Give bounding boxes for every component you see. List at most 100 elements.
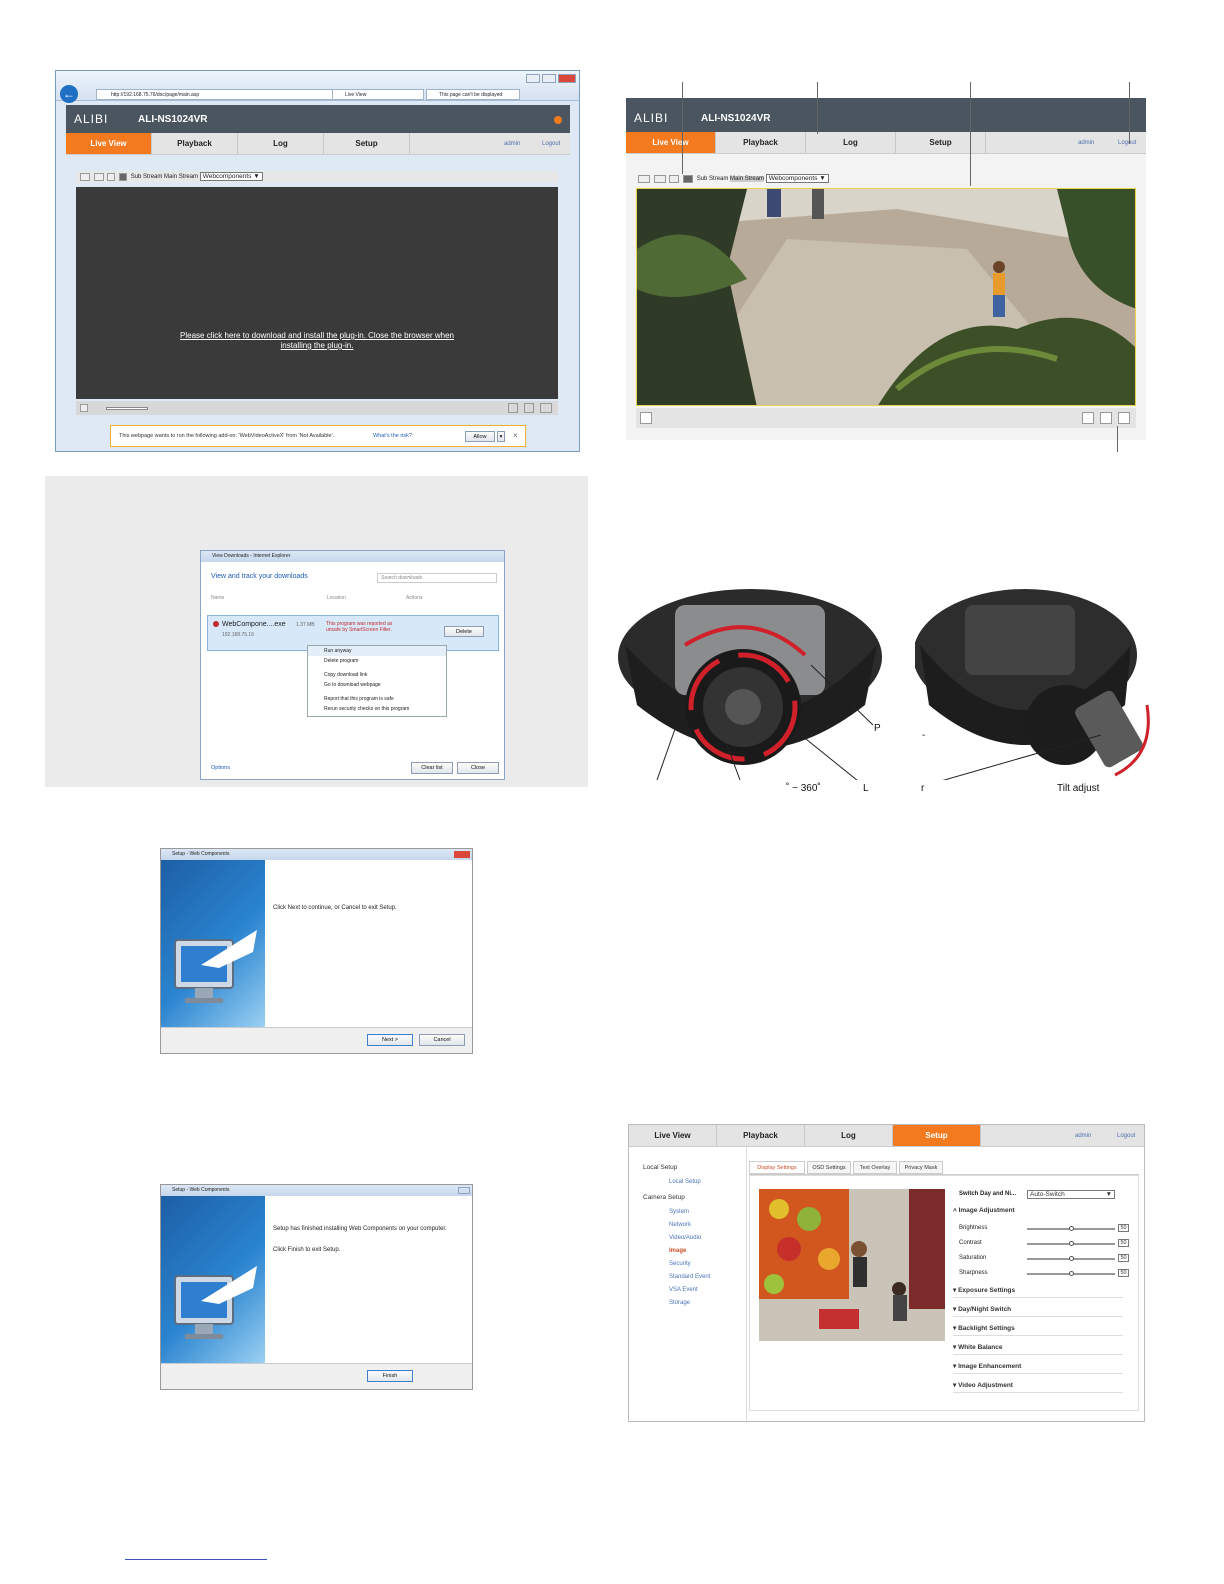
switch-day-night-select[interactable]: Auto-Switch ▼: [1027, 1190, 1115, 1199]
prev-icon[interactable]: [93, 172, 104, 181]
side-local-setup[interactable]: Local Setup: [669, 1179, 701, 1185]
alert-icon[interactable]: [554, 116, 562, 124]
nav-log-2[interactable]: Log: [806, 132, 896, 153]
slider-value-contrast[interactable]: 50: [1118, 1239, 1129, 1247]
close-icon[interactable]: [454, 851, 470, 858]
finish-button[interactable]: Finish: [367, 1370, 413, 1382]
volume-slider[interactable]: [106, 407, 148, 410]
record-icon[interactable]: [524, 403, 534, 413]
plugin-select[interactable]: Webcomponents ▼: [199, 172, 263, 181]
layout-icon-2[interactable]: [638, 174, 650, 183]
microphone-icon[interactable]: [508, 403, 518, 413]
slider-knob-sharpness[interactable]: [1069, 1271, 1074, 1276]
caption-range: ˚ ~ 360˚: [786, 783, 821, 794]
nav-playback[interactable]: Playback: [152, 133, 238, 154]
main-stream-button[interactable]: Main Stream: [164, 174, 198, 180]
menu-delete-program[interactable]: Delete program: [308, 656, 446, 666]
stop-all-icon-2[interactable]: [683, 174, 694, 183]
stop-all-icon[interactable]: [119, 172, 128, 181]
risk-link[interactable]: What's the risk?: [373, 433, 412, 439]
plugin-select-2[interactable]: Webcomponents ▼: [765, 174, 829, 183]
section-backlight-settings[interactable]: ▾ Backlight Settings: [953, 1324, 1015, 1332]
local-setup-header[interactable]: Local Setup: [643, 1164, 677, 1171]
section-video-adjustment[interactable]: ▾ Video Adjustment: [953, 1381, 1013, 1389]
side-vsa-event[interactable]: VSA Event: [669, 1287, 698, 1293]
slider-knob-saturation[interactable]: [1069, 1256, 1074, 1261]
menu-go-to-webpage[interactable]: Go to download webpage: [308, 680, 446, 690]
user-name-2: admin: [1078, 140, 1095, 146]
nav-setup-2[interactable]: Setup: [896, 132, 986, 153]
search-downloads-input[interactable]: Search downloads: [377, 573, 497, 583]
nav-log[interactable]: Log: [238, 133, 324, 154]
layout-icon[interactable]: [80, 172, 90, 181]
section-image-enhancement[interactable]: ▾ Image Enhancement: [953, 1362, 1021, 1370]
menu-rerun-checks[interactable]: Rerun security checks on this program: [308, 704, 446, 714]
minimize-button[interactable]: [526, 74, 540, 83]
image-adjustment-header[interactable]: ˄ Image Adjustment: [953, 1207, 1015, 1214]
menu-copy-link[interactable]: Copy download link: [308, 670, 446, 680]
menu-report-safe[interactable]: Report that this program is safe: [308, 694, 446, 704]
side-video-audio[interactable]: Video/Audio: [669, 1235, 701, 1241]
nav-setup[interactable]: Setup: [324, 133, 410, 154]
camera-icon[interactable]: [1082, 412, 1094, 424]
slider-value-brightness[interactable]: 50: [1118, 1224, 1129, 1232]
sub-stream-button[interactable]: Sub Stream: [131, 174, 163, 180]
side-security[interactable]: Security: [669, 1261, 691, 1267]
slider-value-sharpness[interactable]: 50: [1118, 1269, 1129, 1277]
back-icon[interactable]: ←: [60, 85, 78, 103]
nav-playback-2[interactable]: Playback: [716, 132, 806, 153]
side-storage[interactable]: Storage: [669, 1300, 690, 1306]
side-standard-event[interactable]: Standard Event: [669, 1274, 710, 1280]
allow-button[interactable]: Allow: [465, 431, 495, 442]
delete-button[interactable]: Delete: [444, 626, 484, 637]
tab-error[interactable]: This page can't be displayed: [426, 89, 520, 100]
close-window-button[interactable]: [558, 74, 576, 83]
setup-logout-link[interactable]: Logout: [1117, 1133, 1135, 1139]
allow-dropdown-button[interactable]: ▾: [497, 431, 505, 442]
side-system[interactable]: System: [669, 1209, 689, 1215]
play-icon[interactable]: [80, 404, 88, 412]
sub-stream-button-2[interactable]: Sub Stream: [697, 176, 729, 182]
tab-display-settings[interactable]: Display Settings: [749, 1161, 805, 1174]
side-network[interactable]: Network: [669, 1222, 691, 1228]
slider-knob-contrast[interactable]: [1069, 1241, 1074, 1246]
fullscreen-icon[interactable]: [540, 403, 552, 413]
clear-list-button[interactable]: Clear list: [411, 762, 453, 774]
stop-icon[interactable]: [640, 412, 652, 424]
section-day-night-switch[interactable]: ▾ Day/Night Switch: [953, 1305, 1011, 1313]
next-icon[interactable]: [107, 172, 116, 181]
video-record-icon[interactable]: [1100, 412, 1112, 424]
close-button[interactable]: Close: [457, 762, 499, 774]
cancel-button[interactable]: Cancel: [419, 1034, 465, 1046]
live-video-feed[interactable]: [636, 188, 1136, 406]
slider-knob-brightness[interactable]: [1069, 1226, 1074, 1231]
setup-nav-log[interactable]: Log: [805, 1125, 893, 1146]
nav-live-view[interactable]: Live View: [66, 133, 152, 154]
prev-icon-2[interactable]: [653, 174, 666, 183]
logout-link[interactable]: Logout: [542, 141, 560, 147]
zoom-icon[interactable]: [1118, 412, 1130, 424]
setup-nav-playback[interactable]: Playback: [717, 1125, 805, 1146]
close-icon[interactable]: ×: [513, 431, 518, 440]
menu-run-anyway[interactable]: Run anyway: [308, 646, 446, 656]
camera-setup-header[interactable]: Camera Setup: [643, 1194, 685, 1201]
logout-link-2[interactable]: Logout: [1118, 140, 1136, 146]
next-button[interactable]: Next >: [367, 1034, 413, 1046]
maximize-button[interactable]: [542, 74, 556, 83]
plugin-download-link[interactable]: Please click here to download and instal…: [172, 331, 462, 351]
close-icon-2[interactable]: [458, 1187, 470, 1194]
setup-nav-live-view[interactable]: Live View: [629, 1125, 717, 1146]
section-white-balance[interactable]: ▾ White Balance: [953, 1343, 1003, 1351]
side-image[interactable]: Image: [669, 1248, 686, 1254]
tab-osd-settings[interactable]: OSD Settings: [807, 1161, 851, 1174]
section-exposure-settings[interactable]: ▾ Exposure Settings: [953, 1286, 1015, 1294]
options-link[interactable]: Options: [211, 765, 230, 771]
tab-live-view[interactable]: Live View: [332, 89, 424, 100]
tab-privacy-mask[interactable]: Privacy Mask: [899, 1161, 943, 1174]
main-stream-button-2[interactable]: Main Stream: [730, 176, 765, 183]
nav-live-view-2[interactable]: Live View: [626, 132, 716, 153]
next-icon-2[interactable]: [669, 174, 680, 183]
tab-text-overlay[interactable]: Text Overlay: [853, 1161, 897, 1174]
setup-nav-setup[interactable]: Setup: [893, 1125, 981, 1146]
slider-value-saturation[interactable]: 50: [1118, 1254, 1129, 1262]
